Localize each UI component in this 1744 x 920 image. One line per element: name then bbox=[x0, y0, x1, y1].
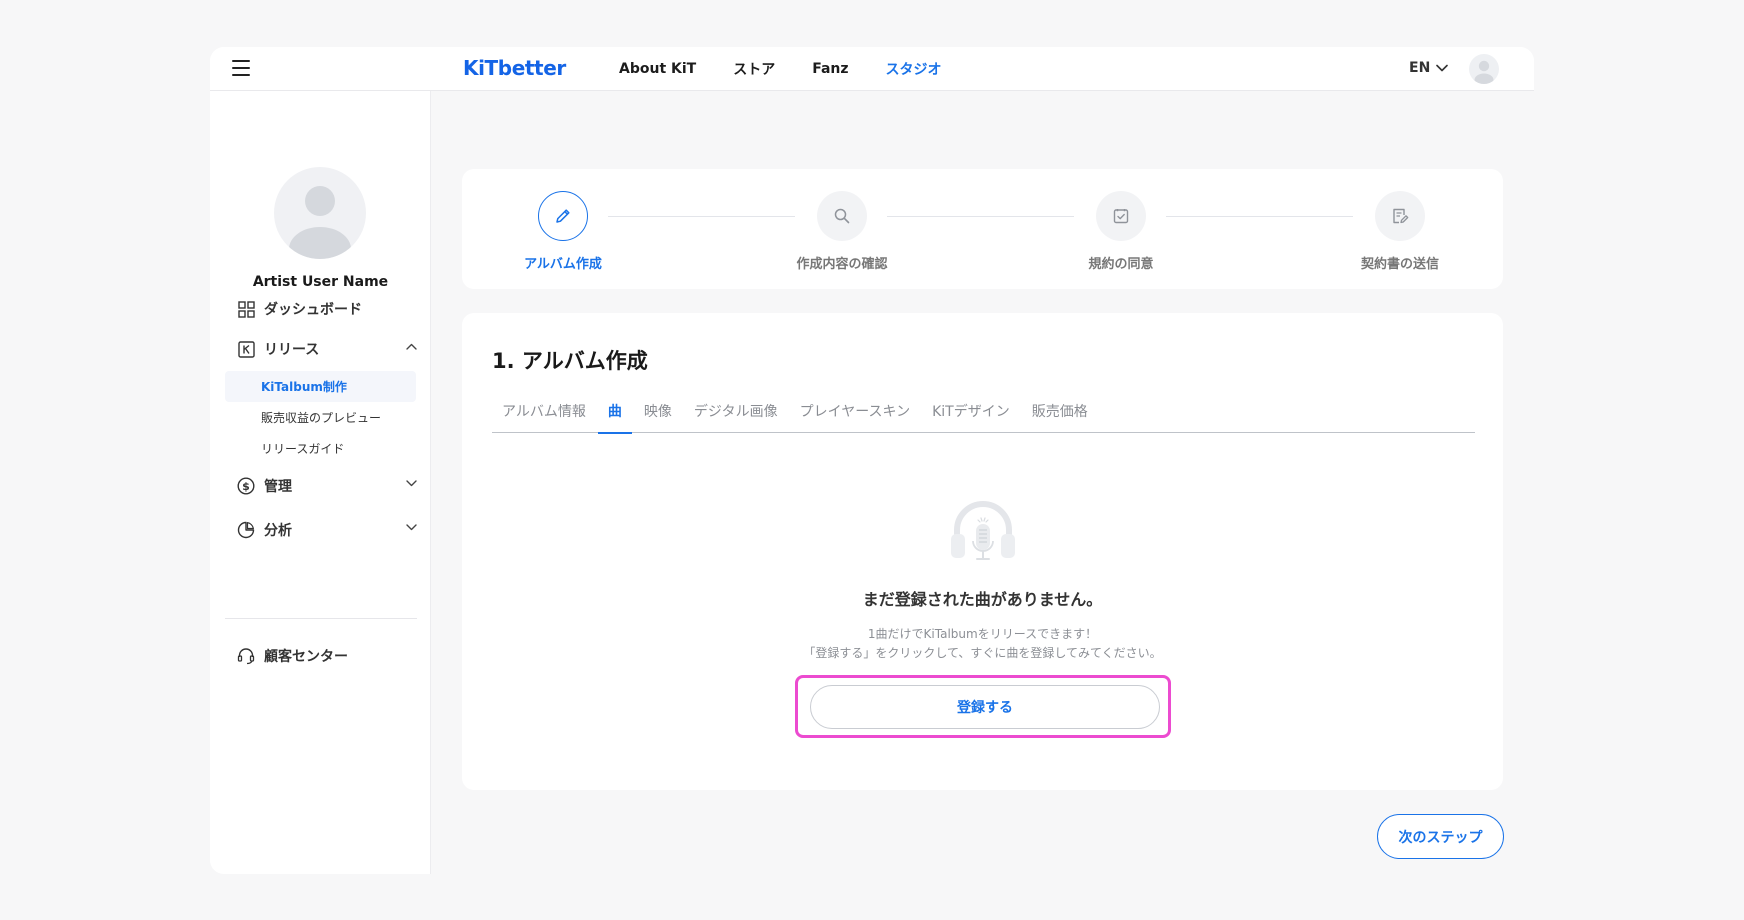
sidebar-item-analytics[interactable]: 分析 bbox=[237, 518, 417, 542]
chevron-down-icon[interactable] bbox=[406, 480, 417, 487]
headset-icon bbox=[237, 647, 255, 665]
pie-chart-icon bbox=[237, 521, 255, 539]
step-label: アルバム作成 bbox=[524, 257, 602, 272]
hamburger-menu-icon[interactable] bbox=[232, 60, 250, 76]
nav-about-kit[interactable]: About KiT bbox=[619, 61, 696, 77]
step-circle bbox=[817, 191, 867, 241]
kitbetter-logo[interactable]: KiTbetter bbox=[463, 56, 566, 80]
language-selector[interactable]: EN bbox=[1409, 60, 1449, 76]
empty-state-desc-line: 1曲だけでKiTalbumをリリースできます！ bbox=[867, 627, 1098, 641]
user-silhouette-icon bbox=[1474, 60, 1494, 84]
microphone-headphones-icon bbox=[951, 501, 1015, 560]
chevron-up-icon[interactable] bbox=[406, 343, 417, 350]
sidebar-item-manage[interactable]: $ 管理 bbox=[237, 474, 417, 498]
user-silhouette-icon bbox=[289, 186, 351, 259]
nav-store[interactable]: ストア bbox=[733, 59, 775, 79]
empty-state-desc-line: 「登録する」をクリックして、すぐに曲を登録してみてください。 bbox=[803, 646, 1162, 660]
sidebar-item-label: ダッシュボード bbox=[264, 302, 362, 318]
step-label: 作成内容の確認 bbox=[796, 257, 888, 272]
profile-user-name: Artist User Name bbox=[252, 274, 389, 290]
step-label: 規約の同意 bbox=[1088, 257, 1154, 272]
dollar-circle-icon: $ bbox=[237, 477, 255, 495]
tab-digital-image[interactable]: デジタル画像 bbox=[684, 401, 788, 433]
next-step-button[interactable]: 次のステップ bbox=[1377, 814, 1504, 859]
step-circle bbox=[1096, 191, 1146, 241]
language-label: EN bbox=[1409, 60, 1431, 76]
sidebar: Artist User Name ダッシュボード リリース KiTalbum制作… bbox=[210, 91, 431, 874]
sidebar-divider bbox=[225, 618, 417, 619]
step-terms-agree[interactable]: 規約の同意 bbox=[1051, 191, 1191, 272]
sidebar-subitem-release-guide[interactable]: リリースガイド bbox=[225, 433, 416, 464]
progress-stepper: アルバム作成 作成内容の確認 規約の同意 契約書の送信 bbox=[462, 169, 1503, 289]
sidebar-item-customer-center[interactable]: 顧客センター bbox=[237, 644, 417, 668]
tab-kit-design[interactable]: KiTデザイン bbox=[922, 401, 1020, 433]
tab-songs[interactable]: 曲 bbox=[597, 401, 632, 434]
empty-state-description: 1曲だけでKiTalbumをリリースできます！ 「登録する」をクリックして、すぐ… bbox=[462, 625, 1503, 663]
document-edit-icon bbox=[1393, 208, 1409, 224]
step-label: 契約書の送信 bbox=[1360, 257, 1439, 272]
step-album-create[interactable]: アルバム作成 bbox=[493, 191, 633, 272]
sidebar-item-label: リリース bbox=[264, 342, 320, 358]
step-circle bbox=[538, 191, 588, 241]
sidebar-subitem-revenue-preview[interactable]: 販売収益のプレビュー bbox=[225, 402, 416, 433]
step-review[interactable]: 作成内容の確認 bbox=[772, 191, 912, 272]
k-box-icon bbox=[237, 340, 255, 358]
user-avatar[interactable] bbox=[1469, 54, 1499, 84]
app-window: KiTbetter About KiT ストア Fanz スタジオ EN Art… bbox=[210, 47, 1534, 874]
register-button-highlight: 登録する bbox=[795, 675, 1171, 738]
main-content: アルバム作成 作成内容の確認 規約の同意 契約書の送信 1. アルバム作成 アル… bbox=[431, 91, 1534, 874]
nav-studio[interactable]: スタジオ bbox=[886, 59, 942, 79]
grid-icon bbox=[237, 300, 255, 318]
profile-avatar bbox=[274, 167, 366, 259]
step-contract-send[interactable]: 契約書の送信 bbox=[1330, 191, 1470, 272]
main-nav: About KiT ストア Fanz スタジオ bbox=[619, 47, 979, 91]
album-create-card: 1. アルバム作成 アルバム情報 曲 映像 デジタル画像 プレイヤースキン Ki… bbox=[462, 313, 1503, 790]
section-title: 1. アルバム作成 bbox=[492, 349, 648, 373]
pencil-icon bbox=[556, 209, 570, 223]
tab-player-skin[interactable]: プレイヤースキン bbox=[790, 401, 920, 433]
tab-video[interactable]: 映像 bbox=[634, 401, 682, 433]
top-header: KiTbetter About KiT ストア Fanz スタジオ EN bbox=[210, 47, 1534, 91]
nav-fanz[interactable]: Fanz bbox=[812, 61, 848, 77]
sidebar-item-label: 管理 bbox=[264, 479, 292, 495]
step-connector bbox=[1166, 216, 1353, 217]
album-tabs: アルバム情報 曲 映像 デジタル画像 プレイヤースキン KiTデザイン 販売価格 bbox=[492, 401, 1475, 434]
empty-state-title: まだ登録された曲がありません。 bbox=[862, 590, 1103, 609]
register-song-button[interactable]: 登録する bbox=[810, 685, 1160, 729]
sidebar-item-dashboard[interactable]: ダッシュボード bbox=[237, 297, 417, 321]
sidebar-item-label: 顧客センター bbox=[264, 649, 348, 665]
chevron-down-icon[interactable] bbox=[406, 524, 417, 531]
sidebar-subitem-kitalbum-create[interactable]: KiTalbum制作 bbox=[225, 371, 416, 402]
chevron-down-icon bbox=[1436, 64, 1449, 72]
step-connector bbox=[608, 216, 795, 217]
sidebar-item-label: 分析 bbox=[264, 523, 292, 539]
step-connector bbox=[887, 216, 1074, 217]
tab-sales-price[interactable]: 販売価格 bbox=[1022, 401, 1098, 433]
search-icon bbox=[834, 208, 850, 224]
sidebar-item-release[interactable]: リリース bbox=[237, 337, 417, 361]
step-circle bbox=[1375, 191, 1425, 241]
tab-album-info[interactable]: アルバム情報 bbox=[492, 401, 596, 433]
svg-text:$: $ bbox=[242, 480, 250, 493]
checkbox-icon bbox=[1113, 209, 1129, 224]
